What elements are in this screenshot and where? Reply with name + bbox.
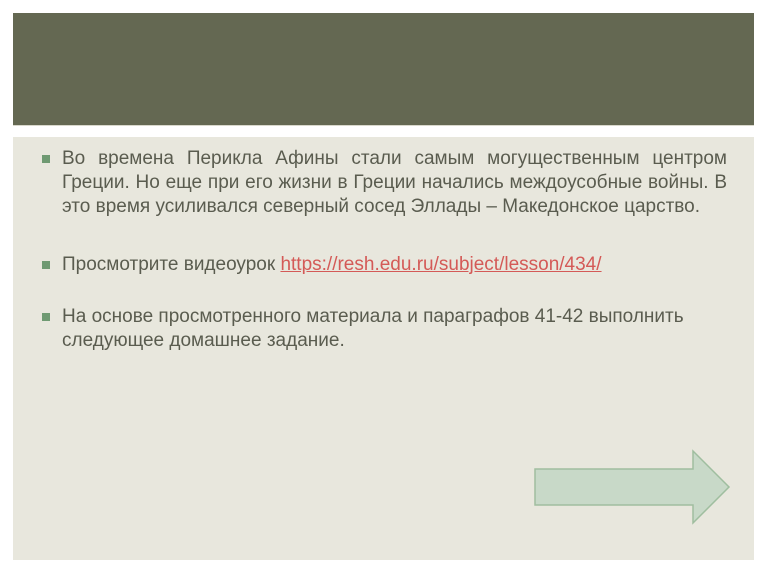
bullet-text: На основе просмотренного материала и пар… — [62, 306, 684, 351]
arrow-shape — [534, 449, 731, 525]
right-arrow-icon — [534, 449, 731, 525]
bullet-item-pericles: Во времена Перикла Афины стали самым мог… — [42, 147, 727, 219]
bullet-square-icon — [42, 313, 50, 321]
bullet-item-homework: На основе просмотренного материала и пар… — [42, 305, 727, 353]
bullet-text: Просмотрите видеоурок — [62, 254, 281, 275]
next-slide-button[interactable] — [533, 449, 733, 527]
bullet-list: Во времена Перикла Афины стали самым мог… — [42, 147, 727, 387]
slide-header-bar — [13, 13, 754, 126]
bullet-text: Во времена Перикла Афины стали самым мог… — [62, 148, 727, 217]
video-lesson-link[interactable]: https://resh.edu.ru/subject/lesson/434/ — [280, 254, 601, 275]
bullet-square-icon — [42, 155, 50, 163]
bullet-item-video-lesson: Просмотрите видеоурок https://resh.edu.r… — [42, 253, 727, 277]
bullet-square-icon — [42, 261, 50, 269]
